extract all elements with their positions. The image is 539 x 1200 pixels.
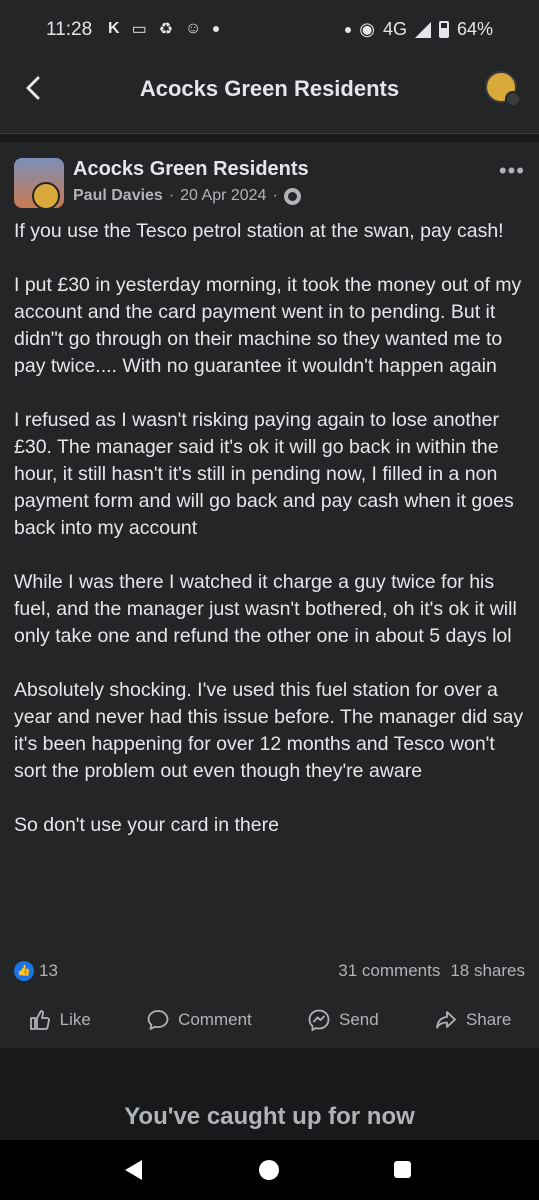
battery-percent: 64% (456, 19, 493, 39)
battery-icon (438, 21, 449, 38)
nav-back-icon[interactable] (125, 1160, 142, 1180)
post-actions: Like Comment Send Share (0, 1002, 539, 1038)
nav-recents-icon[interactable] (394, 1161, 411, 1178)
network-label: 4G (382, 19, 407, 39)
post-paragraph: If you use the Tesco petrol station at t… (14, 220, 504, 242)
post-stats: 👍 13 31 comments 18 shares (14, 959, 525, 983)
comment-label: Comment (178, 1010, 252, 1029)
wallet-icon: ▭ (131, 21, 147, 38)
send-label: Send (339, 1010, 379, 1029)
chevron-down-icon (505, 91, 521, 107)
globe-icon (283, 187, 301, 205)
comments-count[interactable]: 31 comments (338, 961, 440, 981)
profile-avatar[interactable] (485, 71, 521, 107)
share-label: Share (465, 1010, 512, 1029)
k-icon: K (108, 20, 120, 37)
collapsed-toolbar-strip (0, 118, 539, 134)
post-paragraph: I put £30 in yesterday morning, it took … (14, 274, 522, 377)
nav-home-icon[interactable] (259, 1160, 279, 1180)
share-button[interactable]: Share (434, 1002, 511, 1038)
post-date[interactable]: 20 Apr 2024 (180, 187, 266, 205)
send-button[interactable]: Send (307, 1002, 379, 1038)
post-paragraph: Absolutely shocking. I've used this fuel… (14, 679, 524, 782)
post-group-name[interactable]: Acocks Green Residents (73, 158, 309, 181)
notification-icons: K ▭ ♻ ☺ (108, 19, 220, 39)
post-paragraph: I refused as I wasn't risking paying aga… (14, 409, 514, 539)
like-label: Like (59, 1010, 91, 1029)
page-title: Acocks Green Residents (139, 76, 400, 101)
post-paragraph: So don't use your card in there (14, 814, 279, 836)
caught-up-message: You've caught up for now (124, 1103, 415, 1129)
app-header: Acocks Green Residents (0, 60, 539, 118)
hotspot-icon: ◉ (359, 19, 375, 39)
group-avatar[interactable] (14, 158, 64, 208)
comment-button[interactable]: Comment (146, 1002, 252, 1038)
share-arrow-icon (436, 1011, 456, 1029)
signal-icon (414, 21, 431, 38)
recycle-icon: ♻ (158, 21, 174, 38)
like-button[interactable]: Like (28, 1002, 91, 1038)
feed-gap (0, 134, 539, 142)
messenger-icon (308, 1009, 330, 1032)
dot-icon (213, 26, 220, 32)
meta-separator: · (168, 187, 175, 204)
post-text: If you use the Tesco petrol station at t… (14, 218, 529, 839)
thumbs-up-icon (29, 1010, 50, 1030)
reaction-count[interactable]: 13 (39, 961, 58, 981)
smiley-icon: ☺ (185, 20, 202, 37)
post-author[interactable]: Paul Davies (73, 187, 163, 205)
comment-bubble-icon (147, 1010, 169, 1030)
shares-count[interactable]: 18 shares (450, 961, 525, 981)
meta-separator: · (272, 187, 278, 204)
like-reaction-icon[interactable]: 👍 (14, 961, 34, 981)
system-icons: ◉ 4G 64% (345, 19, 493, 40)
status-time: 11:28 (46, 19, 93, 40)
post-paragraph: While I was there I watched it charge a … (14, 571, 517, 647)
system-nav-bar (0, 1140, 539, 1200)
dot-icon (345, 26, 352, 33)
post-card: Acocks Green Residents Paul Davies · 20 … (0, 142, 539, 1048)
author-avatar[interactable] (32, 182, 60, 208)
post-meta: Paul Davies · 20 Apr 2024 · (73, 187, 301, 205)
more-options-button[interactable]: ••• (499, 158, 525, 184)
status-bar: 11:28 K ▭ ♻ ☺ ◉ 4G 64% (0, 0, 539, 60)
